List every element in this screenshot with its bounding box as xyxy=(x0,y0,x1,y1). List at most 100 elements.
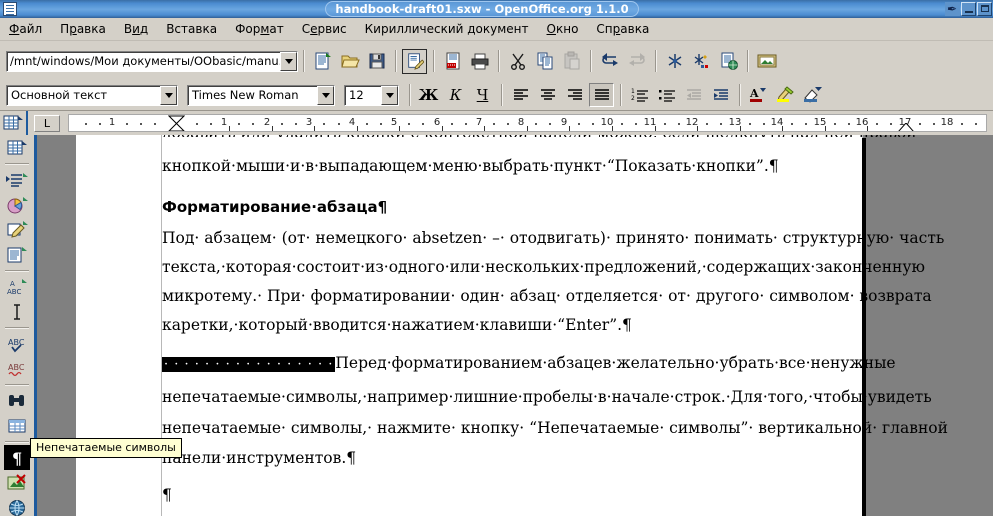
document-canvas[interactable]: добавить или удалить кнопки с контекстно… xyxy=(37,135,993,516)
direct-cursor-button[interactable] xyxy=(4,299,30,324)
draw-functions-button[interactable] xyxy=(4,217,30,242)
menu-bar: Файл Правка Вид Вставка Формат Сервис Ки… xyxy=(0,18,993,41)
tab-stop-type-button[interactable]: L xyxy=(34,114,60,132)
paragraph-style-dropdown-button[interactable] xyxy=(160,85,177,105)
gallery-button[interactable] xyxy=(754,49,779,74)
always-on-top-pin-button[interactable]: ✒ xyxy=(945,2,960,16)
toolbar-separator-4 xyxy=(498,50,499,72)
document-url-value[interactable]: /mnt/windows/Мои документы/OObasic/manu.… xyxy=(7,54,280,68)
increase-indent-icon xyxy=(713,89,728,100)
font-name-value[interactable]: Times New Roman xyxy=(188,88,317,102)
format-separator-3 xyxy=(620,84,621,106)
document-line[interactable]: каретки,·который·вводится·нажатием·клави… xyxy=(162,317,632,333)
menu-help[interactable]: Справка xyxy=(587,20,658,38)
background-color-button[interactable] xyxy=(800,83,825,107)
title-bar: handbook-draft01.sxw - OpenOffice.org 1.… xyxy=(0,0,993,18)
decrease-indent-button[interactable] xyxy=(681,83,706,107)
main-vertical-toolbar: A ABC ABC ABC ¶ xyxy=(0,135,34,516)
new-document-button[interactable] xyxy=(310,49,335,74)
menu-insert[interactable]: Вставка xyxy=(157,20,226,38)
horizontal-ruler[interactable]: 1 1 2 3 4 5 6 7 8 9 10 11 12 13 14 15 16… xyxy=(68,114,987,132)
paragraph-style-combobox[interactable]: Основной текст xyxy=(6,84,178,106)
data-sources-button[interactable] xyxy=(4,413,30,438)
font-color-button[interactable]: A xyxy=(746,83,771,107)
find-replace-button[interactable] xyxy=(4,388,30,413)
nonprinting-chars-button[interactable]: ¶ xyxy=(4,445,30,470)
document-line[interactable]: непечатаемые· символы,· нажмите· кнопку·… xyxy=(162,420,948,436)
align-center-button[interactable] xyxy=(535,83,560,107)
menu-format[interactable]: Формат xyxy=(226,20,293,38)
redo-button[interactable] xyxy=(624,49,649,74)
document-line[interactable]: ¶ xyxy=(162,487,172,503)
data-sources-icon xyxy=(8,419,26,432)
minimize-button[interactable] xyxy=(961,2,976,16)
increase-indent-button[interactable] xyxy=(708,83,733,107)
undo-button[interactable] xyxy=(597,49,622,74)
url-dropdown-button[interactable] xyxy=(280,51,297,71)
open-file-button[interactable] xyxy=(337,49,362,74)
font-size-value[interactable]: 12 xyxy=(345,88,381,102)
print-file-button[interactable] xyxy=(467,49,492,74)
edit-file-button[interactable] xyxy=(402,48,427,74)
bold-button[interactable]: Ж xyxy=(416,83,441,107)
insert-frame-button[interactable] xyxy=(4,242,30,267)
paste-button[interactable] xyxy=(559,49,584,74)
italic-button[interactable]: К xyxy=(443,83,468,107)
selected-spaces-block[interactable]: · · · · · · · · · · · · · · · · · xyxy=(162,356,336,372)
menu-view[interactable]: Вид xyxy=(115,20,157,38)
font-size-dropdown-button[interactable] xyxy=(381,85,398,105)
autospellcheck-button[interactable] xyxy=(689,49,714,74)
maximize-button[interactable] xyxy=(977,2,992,16)
svg-text:ABC: ABC xyxy=(8,363,25,372)
cut-button[interactable] xyxy=(505,49,530,74)
document-line[interactable]: микротему.· При· форматировании· один· а… xyxy=(162,288,932,304)
export-pdf-button[interactable] xyxy=(440,49,465,74)
menu-file[interactable]: Файл xyxy=(0,20,51,38)
spellcheck-left-button[interactable]: ABC xyxy=(4,331,30,356)
alphabetical-index-button[interactable]: A ABC xyxy=(4,274,30,299)
left-indent-marker[interactable] xyxy=(168,115,185,131)
online-layout-button[interactable] xyxy=(4,495,30,516)
document-line[interactable]: непечатаемые·символы,·например·лишние·пр… xyxy=(162,389,932,405)
menu-cyrillic-document[interactable]: Кириллический документ xyxy=(356,20,538,38)
document-line[interactable]: Под· абзацем· (от· немецкого· absetzen· … xyxy=(162,230,944,246)
align-justify-button[interactable] xyxy=(589,83,614,107)
align-right-button[interactable] xyxy=(562,83,587,107)
menu-tools[interactable]: Сервис xyxy=(293,20,356,38)
hyperlink-button[interactable] xyxy=(716,49,741,74)
document-url-combobox[interactable]: /mnt/windows/Мои документы/OObasic/manu.… xyxy=(6,50,298,72)
toolbar-separator-3 xyxy=(433,50,434,72)
document-line[interactable]: добавить или удалить кнопки с контекстно… xyxy=(162,135,917,137)
right-indent-marker[interactable] xyxy=(898,123,914,131)
paragraph-style-value[interactable]: Основной текст xyxy=(7,88,160,102)
insert-table-top-button[interactable] xyxy=(0,111,26,135)
underline-button[interactable]: Ч xyxy=(470,83,495,107)
document-line-selected[interactable]: · · · · · · · · · · · · · · · · · Перед·ф… xyxy=(162,355,896,372)
save-document-button[interactable] xyxy=(364,49,389,74)
menu-window[interactable]: Окно xyxy=(538,20,588,38)
font-size-combobox[interactable]: 12 xyxy=(344,84,399,106)
autospellcheck-icon xyxy=(694,54,708,68)
graphics-onoff-button[interactable] xyxy=(4,470,30,495)
insert-chart-button[interactable] xyxy=(4,192,30,217)
hyperlink-icon xyxy=(721,52,738,70)
document-page[interactable]: добавить или удалить кнопки с контекстно… xyxy=(76,135,948,516)
copy-button[interactable] xyxy=(532,49,557,74)
svg-text:A: A xyxy=(10,280,15,288)
spellcheck-button[interactable] xyxy=(662,49,687,74)
font-name-combobox[interactable]: Times New Roman xyxy=(187,84,335,106)
document-heading[interactable]: Форматирование·абзаца¶ xyxy=(162,199,387,215)
align-left-button[interactable] xyxy=(508,83,533,107)
insert-table-button[interactable] xyxy=(4,135,30,160)
numbering-button[interactable]: 1 2 xyxy=(627,83,652,107)
document-line[interactable]: панели·инструментов.¶ xyxy=(162,450,356,466)
menu-edit[interactable]: Правка xyxy=(51,20,115,38)
document-line[interactable]: кнопкой·мыши·и·в·выпадающем·меню·выбрать… xyxy=(162,158,779,174)
bullets-button[interactable] xyxy=(654,83,679,107)
font-name-dropdown-button[interactable] xyxy=(317,85,334,105)
document-line[interactable]: текста,·которая·состоит·из·одного·или·не… xyxy=(162,259,925,275)
autospellcheck-left-button[interactable]: ABC xyxy=(4,356,30,381)
menu-file-label-rest: айл xyxy=(19,22,43,36)
insert-section-button[interactable] xyxy=(4,167,30,192)
highlighting-button[interactable] xyxy=(773,83,798,107)
